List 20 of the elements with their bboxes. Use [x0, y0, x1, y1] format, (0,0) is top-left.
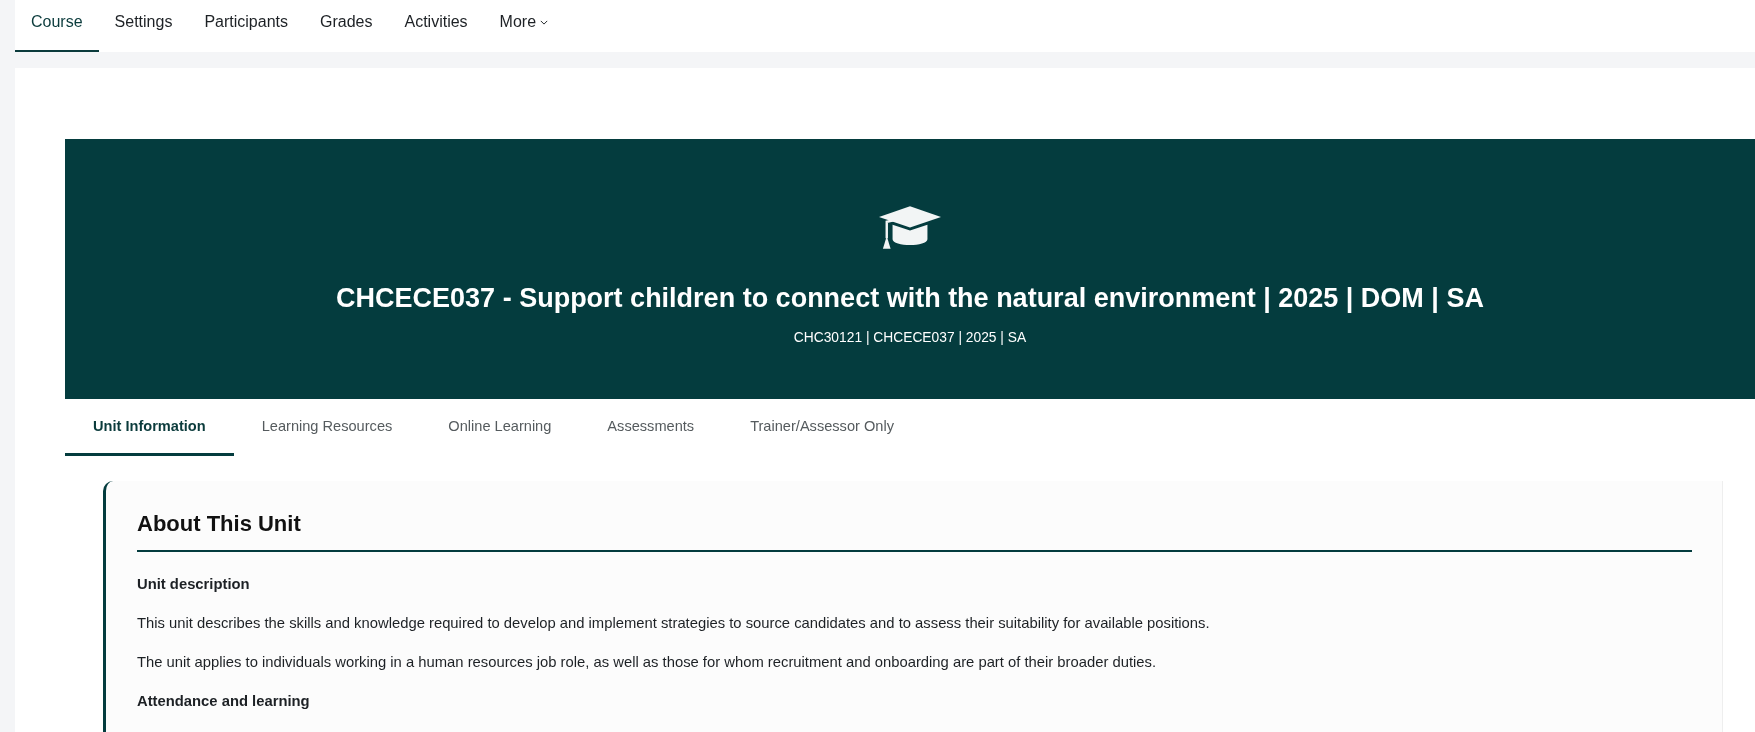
nav-link[interactable]: Activities: [388, 0, 484, 52]
section-tab[interactable]: Assessments: [579, 399, 723, 456]
section-tab[interactable]: Learning Resources: [233, 399, 421, 456]
section-tab[interactable]: Trainer/Assessor Only: [722, 399, 922, 456]
chevron-down-icon: [540, 19, 549, 25]
course-code-line: CHC30121 | CHCECE037 | 2025 | SA: [793, 329, 1027, 347]
nav-link[interactable]: Participants: [188, 0, 304, 52]
paragraph: The unit applies to individuals working in a human resources job role, as well as those for whom recruitment and onboarding are part of their broader duties.: [137, 653, 1158, 672]
section-heading: About This Unit: [137, 510, 1692, 552]
section-tab[interactable]: Unit Information: [65, 399, 234, 456]
subheading: Unit description: [137, 575, 251, 594]
nav-link[interactable]: Grades: [304, 0, 389, 52]
subheading: Attendance and learning: [137, 692, 311, 711]
graduation-cap-icon: [879, 206, 941, 251]
course-title: CHCECE037 - Support children to connect with the natural environment | 2025 | DOM | SA: [336, 282, 1484, 315]
nav-link[interactable]: Settings: [98, 0, 189, 52]
more-menu[interactable]: More: [483, 0, 565, 52]
nav-link[interactable]: Course: [15, 0, 99, 52]
section-tab[interactable]: Online Learning: [420, 399, 580, 456]
paragraph: This unit describes the skills and knowledge required to develop and implement strategies to source candidates and to assess their suitability for available positions.: [137, 614, 1211, 633]
